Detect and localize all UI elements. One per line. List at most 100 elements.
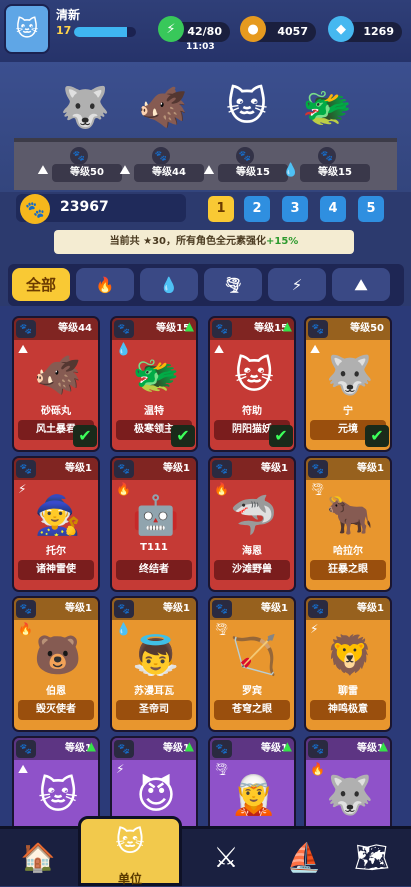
unit-portrait: 🤖 <box>132 492 180 537</box>
showcase-level-2: 等级44 <box>134 164 204 182</box>
unit-card[interactable]: 等级1 🐾 💧 👼 苏漫耳瓦 圣帝司 <box>110 596 198 732</box>
player-avatar[interactable]: 🐱 <box>4 4 50 54</box>
checkmark-icon: ✔ <box>365 425 389 447</box>
upgrade-arrow-icon: ▲ <box>86 739 96 753</box>
unit-title: 诸神雷使 <box>18 560 94 580</box>
battle-nav-icon[interactable]: ⚔ <box>202 834 250 880</box>
paw-icon: 🐾 <box>16 320 36 338</box>
unit-card[interactable]: 等级1 🐾 🔥 🐺 ▲ <box>304 736 392 826</box>
xp-bar-fill <box>74 27 128 37</box>
unit-name: 符助 <box>242 406 262 417</box>
paw-icon: 🐾 <box>20 194 50 224</box>
unit-card[interactable]: 等级1 🐾 🌪 🏹 罗宾 苍穹之眼 <box>208 596 296 732</box>
unit-title: 神鸣极意 <box>310 700 386 720</box>
paw-icon: 🐾 <box>212 740 232 758</box>
filter-tab-wind[interactable]: 🌪 <box>204 268 262 301</box>
bonus-value: +15% <box>266 236 299 247</box>
unit-portrait: 🦁 <box>326 632 374 677</box>
team-tab-4[interactable]: 4 <box>320 196 346 222</box>
upgrade-arrow-icon: ▲ <box>184 739 194 753</box>
unit-card[interactable]: 等级1 🐾 🔥 🤖 T111 终结者 <box>110 456 198 592</box>
unit-card[interactable]: 等级1 🐾 🌪 🐂 哈拉尔 狂暴之眼 <box>304 456 392 592</box>
unit-title: 终结者 <box>116 560 192 580</box>
unit-name: 聊雷 <box>338 686 358 697</box>
checkmark-icon: ✔ <box>73 425 97 447</box>
bonus-prefix: 当前共 <box>109 236 140 247</box>
paw-icon: 🐾 <box>308 460 328 478</box>
unit-portrait: 🦈 <box>230 492 278 537</box>
paw-icon: 🐾 <box>114 460 134 478</box>
coin-icon: ● <box>240 16 266 42</box>
showcase-hero-3[interactable]: 🐱 <box>212 75 282 139</box>
unit-name: 砂砾丸 <box>41 406 71 417</box>
unit-name: 宁 <box>343 406 353 417</box>
unit-portrait: 🐱 <box>234 353 274 397</box>
unit-card[interactable]: 等级15 🐾 💧 🐲 温特 极寒领主 ▲ ✔ <box>110 316 198 452</box>
shop-nav-icon[interactable]: 🏠 <box>14 834 62 880</box>
ship-nav-icon[interactable]: ⛵ <box>280 834 328 880</box>
checkmark-icon: ✔ <box>269 425 293 447</box>
showcase-hero-2[interactable]: 🐗 <box>128 75 198 139</box>
showcase-level-4: 等级15 <box>300 164 370 182</box>
unit-card[interactable]: 等级1 🐾 🔥 🦈 海恩 沙滩野兽 <box>208 456 296 592</box>
unit-name: 哈拉尔 <box>333 546 363 557</box>
paw-icon: 🐾 <box>236 147 254 165</box>
paw-icon: 🐾 <box>114 600 134 618</box>
filter-tab-fire[interactable]: 🔥 <box>76 268 134 301</box>
unit-card[interactable]: 等级1 🐾 ⚡ 🦁 聊雷 神鸣极意 <box>304 596 392 732</box>
gem-icon: ◆ <box>328 16 354 42</box>
element-bonus-banner: 当前共 ★30，所有角色全元素强化+15% <box>54 230 354 254</box>
filter-tab-all[interactable]: 全部 <box>12 268 70 301</box>
unit-portrait: 👼 <box>132 632 180 677</box>
unit-card[interactable]: 等级15 🐾 ⛰ 🐱 符助 阴阳猫妖 ▲ ✔ <box>208 316 296 452</box>
team-tab-1[interactable]: 1 <box>208 196 234 222</box>
paw-icon: 🐾 <box>212 460 232 478</box>
water-element-icon: 💧 <box>282 163 300 178</box>
energy-icon: ⚡ <box>158 16 184 42</box>
unit-portrait: 🐗 <box>34 352 82 397</box>
unit-grid: 等级44 🐾 ⛰ 🐗 砂砾丸 风土暴君 ✔ 等级15 🐾 💧 🐲 温特 极寒领主 ▲ ✔ 等级15 🐾 ⛰ 🐱 符助阴… <box>0 306 411 826</box>
unit-portrait: 🐲 <box>132 352 180 397</box>
unit-portrait: 😈 <box>136 773 176 817</box>
unit-title: 沙滩野兽 <box>214 560 290 580</box>
paw-icon: 🐾 <box>16 460 36 478</box>
upgrade-arrow-icon: ▲ <box>378 739 388 753</box>
xp-bar <box>74 27 136 37</box>
gold-value: 4057 <box>277 25 308 38</box>
unit-card[interactable]: 等级1 🐾 ⚡ 😈 ▲ <box>110 736 198 826</box>
team-tab-3[interactable]: 3 <box>282 196 308 222</box>
map-nav-icon[interactable]: 🗺 <box>348 834 396 880</box>
unit-card[interactable]: 等级1 🐾 🔥 🐻 伯恩 毁灭使者 <box>12 596 100 732</box>
filter-tab-thunder[interactable]: ⚡ <box>268 268 326 301</box>
unit-card[interactable]: 等级1 🐾 ⚡ 🧙 托尔 诸神雷使 <box>12 456 100 592</box>
showcase-hero-1[interactable]: 🐺 <box>50 75 120 139</box>
units-nav-label: 单位 <box>117 872 142 886</box>
bonus-text: ，所有角色全元素强化 <box>166 236 267 247</box>
unit-name: 温特 <box>144 406 164 417</box>
unit-name: 托尔 <box>46 546 66 557</box>
unit-title: 圣帝司 <box>116 700 192 720</box>
unit-portrait: 🐺 <box>326 772 374 817</box>
filter-tab-water[interactable]: 💧 <box>140 268 198 301</box>
paw-icon: 🐾 <box>70 147 88 165</box>
unit-card[interactable]: 等级1 🐾 🌪 🧝 ▲ <box>208 736 296 826</box>
unit-card[interactable]: 等级1 🐾 ⛰ 🐱 ▲ <box>12 736 100 826</box>
team-tab-2[interactable]: 2 <box>244 196 270 222</box>
paw-icon: 🐾 <box>318 147 336 165</box>
unit-title: 苍穹之眼 <box>214 700 290 720</box>
unit-title: 狂暴之眼 <box>310 560 386 580</box>
paw-icon: 🐾 <box>16 600 36 618</box>
filter-tab-earth[interactable]: ⛰ <box>332 268 390 301</box>
unit-portrait: 🐺 <box>326 352 374 397</box>
team-tab-5[interactable]: 5 <box>358 196 384 222</box>
unit-portrait: 🧙 <box>34 492 82 537</box>
paw-icon: 🐾 <box>16 740 36 758</box>
upgrade-arrow-icon: ▲ <box>282 319 292 333</box>
showcase-hero-4[interactable]: 🐲 <box>292 75 362 139</box>
energy-value: 42/80 <box>187 25 222 38</box>
unit-card[interactable]: 等级50 🐾 ⛰ 🐺 宁元境 ✔ <box>304 316 392 452</box>
checkmark-icon: ✔ <box>171 425 195 447</box>
unit-card[interactable]: 等级44 🐾 ⛰ 🐗 砂砾丸 风土暴君 ✔ <box>12 316 100 452</box>
unit-portrait: 🐱 <box>38 773 78 817</box>
team-power: 23967 <box>60 199 109 215</box>
